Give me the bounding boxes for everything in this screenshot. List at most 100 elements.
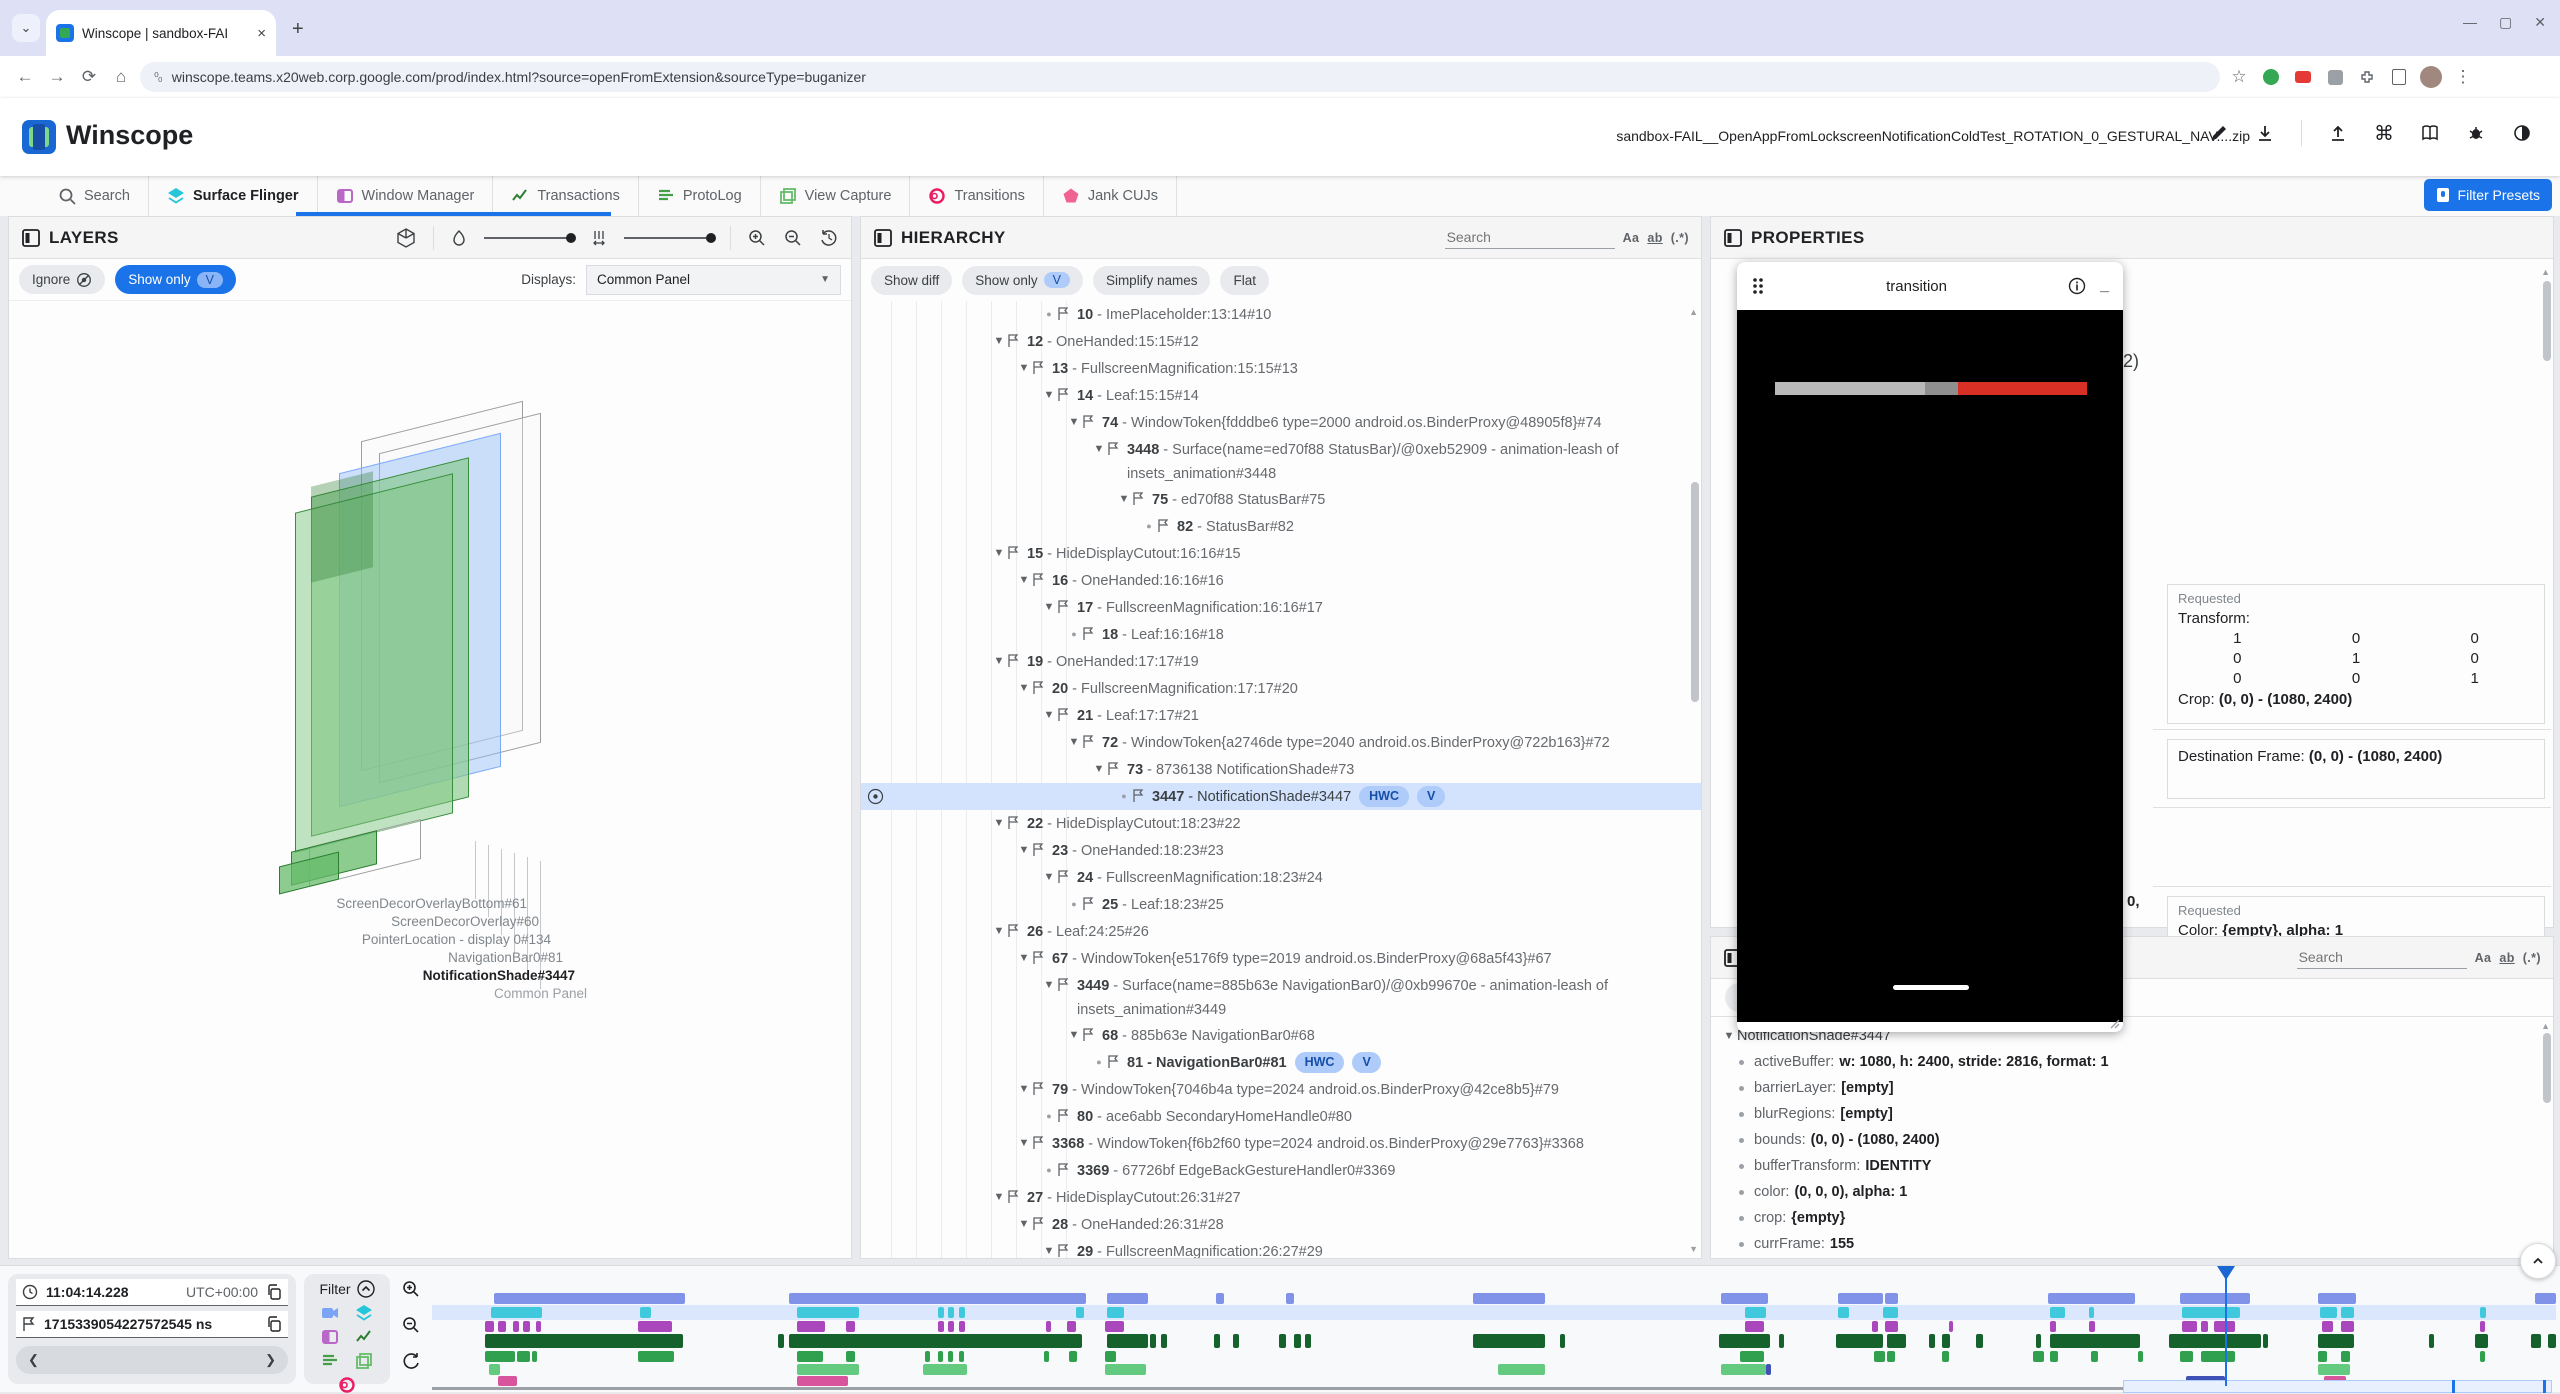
trace-segment-row6[interactable] bbox=[489, 1364, 500, 1375]
trace-segment-row2[interactable] bbox=[1107, 1307, 1124, 1318]
trace-segment-row5[interactable] bbox=[1942, 1351, 1948, 1362]
expander-arrow-icon[interactable]: ▼ bbox=[991, 648, 1007, 675]
match-case-toggle[interactable]: Aa bbox=[1623, 231, 1640, 245]
trace-segment-row4[interactable] bbox=[1305, 1334, 1311, 1348]
timeline-cursor[interactable] bbox=[2225, 1274, 2228, 1386]
tree-row-17[interactable]: ▼17 - FullscreenMagnification:16:16#17 bbox=[861, 594, 1701, 621]
filter-squares-icon[interactable] bbox=[353, 1352, 375, 1370]
overview-selection[interactable] bbox=[2123, 1380, 2552, 1393]
trace-segment-row2[interactable] bbox=[640, 1307, 651, 1318]
tree-row-21[interactable]: ▼21 - Leaf:17:17#21 bbox=[861, 702, 1701, 729]
trace-segment-row4[interactable] bbox=[1214, 1334, 1220, 1348]
edit-pencil-icon[interactable] bbox=[2209, 123, 2229, 143]
expander-arrow-icon[interactable]: ▼ bbox=[1041, 972, 1057, 999]
trace-segment-row2[interactable] bbox=[2480, 1307, 2486, 1318]
trace-segment-row1[interactable] bbox=[2180, 1293, 2250, 1304]
trace-segment-row4[interactable] bbox=[1976, 1334, 1982, 1348]
copy-icon[interactable] bbox=[266, 1284, 282, 1300]
trace-segment-row4[interactable] bbox=[1161, 1334, 1167, 1348]
trace-segment-row1[interactable] bbox=[494, 1293, 685, 1304]
trace-segment-row2[interactable] bbox=[959, 1307, 965, 1318]
tree-row-13[interactable]: ▼13 - FullscreenMagnification:15:15#13 bbox=[861, 355, 1701, 382]
nav-tab-search[interactable]: Search bbox=[40, 176, 149, 216]
properties-scrollbar[interactable] bbox=[2543, 281, 2551, 361]
curr-prop-crop[interactable]: crop:{empty} bbox=[1711, 1205, 2553, 1231]
regex-toggle[interactable]: (.*) bbox=[1671, 231, 1689, 245]
filter-presets-button[interactable]: Filter Presets bbox=[2424, 179, 2552, 211]
tab-close-icon[interactable]: × bbox=[257, 25, 266, 42]
curr-search-input[interactable] bbox=[2297, 946, 2467, 969]
expander-arrow-icon[interactable]: ▼ bbox=[1091, 756, 1107, 783]
tree-row-27[interactable]: ▼27 - HideDisplayCutout:26:31#27 bbox=[861, 1184, 1701, 1211]
trace-segment-row6[interactable] bbox=[1721, 1364, 1766, 1375]
trace-segment-row3[interactable] bbox=[2089, 1321, 2095, 1332]
timeline-reset-zoom-icon[interactable] bbox=[396, 1346, 426, 1376]
trace-segment-row3[interactable] bbox=[498, 1321, 506, 1332]
trace-segment-row2[interactable] bbox=[797, 1307, 859, 1318]
rotation-slider[interactable] bbox=[484, 237, 574, 239]
tree-row-15[interactable]: ▼15 - HideDisplayCutout:16:16#15 bbox=[861, 540, 1701, 567]
tree-row-12[interactable]: ▼12 - OneHanded:15:15#12 bbox=[861, 328, 1701, 355]
trace-segment-row6[interactable] bbox=[2318, 1364, 2350, 1375]
trace-segment-row4[interactable] bbox=[2263, 1334, 2268, 1348]
trace-segment-row4[interactable] bbox=[1150, 1334, 1156, 1348]
trace-segment-row5[interactable] bbox=[2091, 1351, 2098, 1362]
extension-c-icon[interactable] bbox=[2322, 64, 2348, 90]
tree-row-10[interactable]: ●10 - ImePlaceholder:13:14#10 bbox=[861, 301, 1701, 328]
trace-segment-row5[interactable] bbox=[846, 1351, 854, 1362]
trace-segment-row4[interactable] bbox=[1887, 1334, 1906, 1348]
trace-segment-row5[interactable] bbox=[485, 1351, 515, 1362]
trace-segment-row3[interactable] bbox=[938, 1321, 944, 1332]
curr-prop-barrierLayer[interactable]: barrierLayer:[empty] bbox=[1711, 1075, 2553, 1101]
expander-arrow-icon[interactable]: ▼ bbox=[1016, 675, 1032, 702]
displays-select[interactable]: Common Panel ▼ bbox=[586, 265, 841, 295]
trace-segment-row1[interactable] bbox=[1107, 1293, 1147, 1304]
trace-segment-row4[interactable] bbox=[2548, 1334, 2556, 1348]
trace-segment-row3[interactable] bbox=[536, 1321, 541, 1332]
tree-row-19[interactable]: ▼19 - OneHanded:17:17#19 bbox=[861, 648, 1701, 675]
expand-timeline-button[interactable] bbox=[2520, 1243, 2556, 1279]
nav-tab-window-manager[interactable]: Window Manager bbox=[318, 176, 494, 216]
trace-segment-row5[interactable] bbox=[925, 1351, 930, 1362]
trace-segment-row2[interactable] bbox=[2089, 1307, 2094, 1318]
tree-row-22[interactable]: ▼22 - HideDisplayCutout:18:23#22 bbox=[861, 810, 1701, 837]
upload-icon[interactable] bbox=[2328, 123, 2348, 143]
trace-segment-row2[interactable] bbox=[2050, 1307, 2065, 1318]
tree-row-29[interactable]: ▼29 - FullscreenMagnification:26:27#29 bbox=[861, 1238, 1701, 1258]
trace-segment-row3[interactable] bbox=[959, 1321, 965, 1332]
scroll-down-icon[interactable]: ▼ bbox=[1689, 1244, 1698, 1254]
overview-track[interactable] bbox=[432, 1387, 2123, 1390]
trace-segment-row3[interactable] bbox=[523, 1321, 529, 1332]
curr-prop-bufferTransform[interactable]: bufferTransform:IDENTITY bbox=[1711, 1153, 2553, 1179]
expander-arrow-icon[interactable]: ▼ bbox=[1116, 486, 1132, 513]
tree-row-80[interactable]: ●80 - ace6abb SecondaryHomeHandle0#80 bbox=[861, 1103, 1701, 1130]
trace-segment-row7[interactable] bbox=[498, 1376, 517, 1386]
expander-arrow-icon[interactable]: ▼ bbox=[991, 328, 1007, 355]
back-icon[interactable]: ← bbox=[12, 64, 38, 90]
tree-row-82[interactable]: ●82 - StatusBar#82 bbox=[861, 513, 1701, 540]
trace-segment-row3[interactable] bbox=[2182, 1321, 2197, 1332]
expander-arrow-icon[interactable]: ▼ bbox=[991, 1184, 1007, 1211]
trace-segment-row6[interactable] bbox=[923, 1364, 968, 1375]
trace-segment-row3[interactable] bbox=[797, 1321, 825, 1332]
ignore-chip[interactable]: Ignore bbox=[19, 265, 105, 294]
timeline-zoom-out-icon[interactable] bbox=[396, 1310, 426, 1340]
trace-segment-row5[interactable] bbox=[517, 1351, 530, 1362]
expander-arrow-icon[interactable]: ▼ bbox=[1091, 436, 1107, 463]
expander-arrow-icon[interactable]: ▼ bbox=[1016, 567, 1032, 594]
url-bar[interactable]: ⁰₀ winscope.teams.x20web.corp.google.com… bbox=[140, 62, 2220, 92]
trace-segment-row5[interactable] bbox=[532, 1351, 537, 1362]
trace-segment-row5[interactable] bbox=[2318, 1351, 2326, 1362]
curr-prop-blurRegions[interactable]: blurRegions:[empty] bbox=[1711, 1101, 2553, 1127]
filter-chart-icon[interactable] bbox=[353, 1328, 375, 1346]
trace-segment-row1[interactable] bbox=[2048, 1293, 2135, 1304]
expander-arrow-icon[interactable]: ▼ bbox=[991, 918, 1007, 945]
filter-swirl-icon[interactable] bbox=[336, 1376, 358, 1394]
expander-arrow-icon[interactable]: ▼ bbox=[1066, 1022, 1082, 1049]
trace-segment-row5[interactable] bbox=[2050, 1351, 2057, 1362]
trace-segment-row3[interactable] bbox=[1067, 1321, 1075, 1332]
expander-arrow-icon[interactable]: ▼ bbox=[1066, 409, 1082, 436]
hierarchy-search-input[interactable] bbox=[1445, 226, 1615, 249]
trace-segment-row4[interactable] bbox=[2475, 1334, 2488, 1348]
curr-scrollbar[interactable] bbox=[2543, 1033, 2551, 1103]
